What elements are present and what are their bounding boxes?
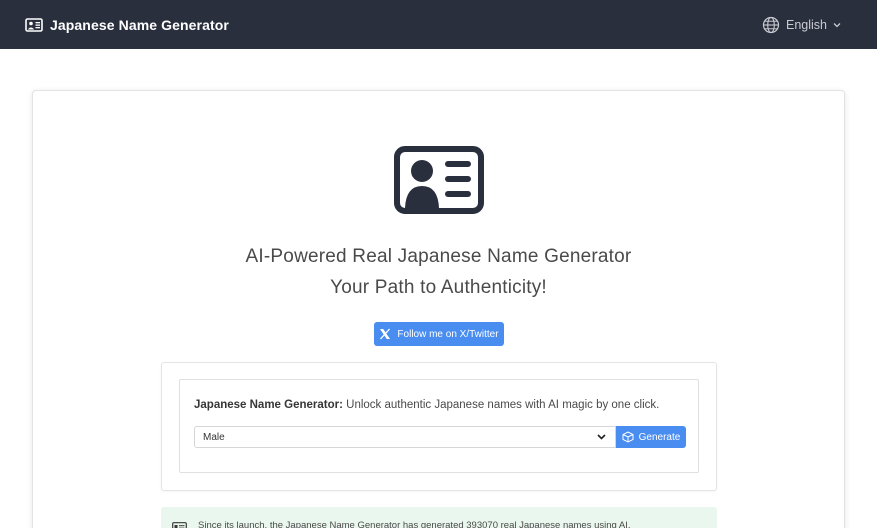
generate-button-label: Generate: [638, 431, 681, 443]
globe-icon: [762, 16, 780, 33]
gender-select-value: Male: [203, 431, 225, 443]
x-logo-icon: [380, 328, 391, 340]
chevron-down-icon: [597, 434, 606, 440]
follow-twitter-label: Follow me on X/Twitter: [397, 328, 499, 340]
brand-title: Japanese Name Generator: [50, 16, 229, 33]
page-subtitle: Your Path to Authenticity!: [330, 277, 547, 298]
id-card-icon: [172, 522, 187, 528]
cube-icon: [622, 431, 634, 443]
top-navbar: Japanese Name Generator English: [0, 0, 877, 49]
generator-form: Japanese Name Generator: Unlock authenti…: [179, 379, 699, 473]
id-card-icon: [394, 146, 484, 214]
stats-notice-text: Since its launch, the Japanese Name Gene…: [198, 520, 631, 528]
generator-panel: Japanese Name Generator: Unlock authenti…: [161, 362, 717, 491]
main-card: AI-Powered Real Japanese Name Generator …: [32, 90, 845, 528]
language-label: English: [786, 17, 827, 32]
stats-notice: Since its launch, the Japanese Name Gene…: [161, 507, 717, 528]
generator-label-text: Unlock authentic Japanese names with AI …: [342, 399, 660, 411]
generator-description: Japanese Name Generator: Unlock authenti…: [194, 399, 659, 411]
generate-button[interactable]: Generate: [616, 426, 686, 448]
chevron-down-icon: [833, 22, 841, 27]
generator-label-bold: Japanese Name Generator:: [194, 399, 343, 411]
page-title: AI-Powered Real Japanese Name Generator: [245, 246, 632, 267]
brand-link[interactable]: Japanese Name Generator: [25, 17, 229, 33]
language-selector[interactable]: English: [762, 16, 841, 34]
gender-select[interactable]: Male: [194, 426, 616, 448]
follow-twitter-button[interactable]: Follow me on X/Twitter: [374, 322, 504, 346]
id-card-icon: [25, 17, 43, 32]
